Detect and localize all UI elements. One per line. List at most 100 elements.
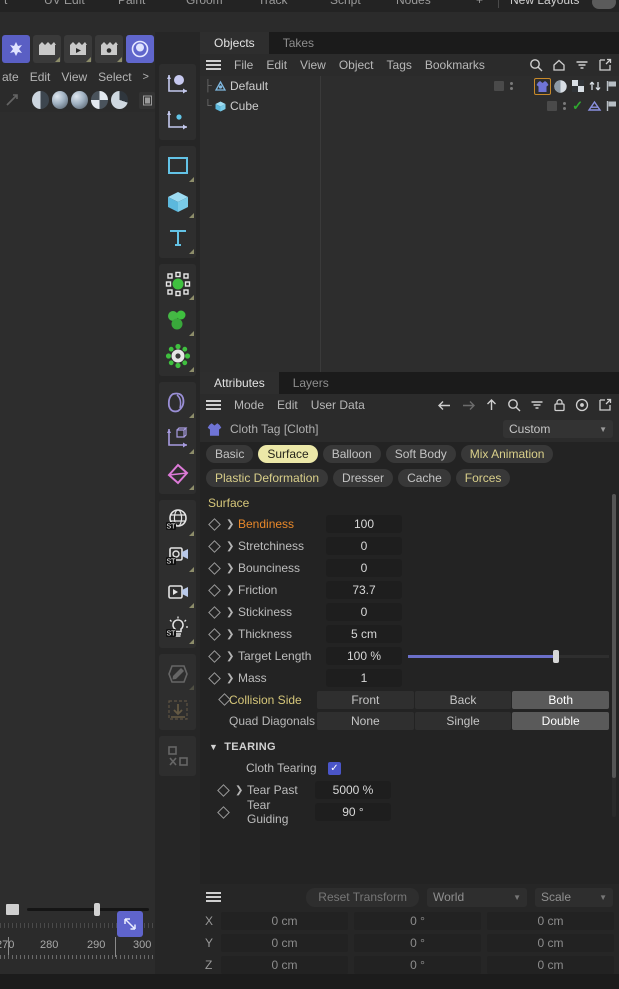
mode-dropdown[interactable]: Scale ▼ — [535, 887, 613, 907]
tab-plastic-deformation[interactable]: Plastic Deformation — [206, 469, 329, 487]
param-value-field[interactable]: 1 — [326, 669, 402, 687]
chevron-right-icon[interactable]: ❯ — [226, 651, 238, 662]
chevron-right-icon[interactable]: ❯ — [226, 563, 238, 574]
text-spline-icon[interactable] — [159, 220, 196, 256]
objects-tree[interactable]: ├ Default └ Cube ✓ — [200, 76, 619, 372]
popout-icon[interactable] — [598, 58, 612, 72]
param-row-quad-diagonals[interactable]: Quad Diagonals None Single Double — [200, 710, 619, 731]
param-value-field[interactable]: 90 ° — [315, 803, 391, 821]
popout-icon[interactable] — [598, 398, 612, 412]
visibility-checkbox[interactable] — [547, 101, 558, 111]
tearing-fold-header[interactable]: ▼ TEARING — [200, 737, 619, 757]
rotation-z-field[interactable]: 0 ° — [354, 956, 481, 974]
deformer-bend-icon[interactable] — [159, 384, 196, 420]
layout-chip[interactable] — [592, 0, 616, 9]
tab-mix-animation[interactable]: Mix Animation — [460, 445, 554, 463]
cloth-belt-tag-icon[interactable] — [587, 99, 602, 114]
up-arrow-icon[interactable] — [485, 398, 498, 412]
tab-balloon[interactable]: Balloon — [322, 445, 381, 463]
object-name-default[interactable]: Default — [230, 79, 268, 93]
keyframe-icon[interactable] — [217, 783, 230, 797]
chevron-right-icon[interactable]: ❯ — [226, 585, 238, 596]
keyframe-icon[interactable] — [208, 649, 221, 663]
scale-y-field[interactable]: 0 cm — [487, 934, 614, 952]
chevron-right-icon[interactable]: ❯ — [235, 785, 247, 796]
menu-item-track[interactable]: Track — [258, 0, 288, 7]
param-value-field[interactable]: 5000 % — [315, 781, 391, 799]
light-icon[interactable]: ST — [159, 610, 196, 646]
param-value-field[interactable]: 5 cm — [326, 625, 402, 643]
chevron-right-icon[interactable]: ❯ — [226, 629, 238, 640]
segment-both[interactable]: Both — [512, 690, 610, 709]
object-name-cube[interactable]: Cube — [230, 99, 259, 113]
flag-tag-icon[interactable] — [605, 79, 619, 93]
tab-forces[interactable]: Forces — [455, 469, 511, 487]
tab-takes[interactable]: Takes — [268, 32, 329, 54]
hamburger-icon[interactable] — [206, 400, 221, 410]
param-row-collision-side[interactable]: Collision Side Front Back Both — [200, 689, 619, 710]
null-object-icon[interactable] — [214, 80, 227, 93]
slider-knob[interactable] — [552, 649, 559, 663]
menu-item-paint[interactable]: Paint — [118, 0, 145, 7]
param-row-stickiness[interactable]: ❯ Stickiness 0 — [200, 601, 619, 623]
segment-back[interactable]: Back — [414, 690, 512, 709]
selection-tool-icon[interactable] — [159, 738, 196, 774]
shader-sphere-icon[interactable] — [51, 91, 69, 109]
environment-sky-icon[interactable]: ST — [159, 502, 196, 538]
render-preview-icon[interactable] — [126, 35, 154, 63]
scrollbar-thumb[interactable] — [612, 494, 616, 779]
segment-front[interactable]: Front — [317, 690, 414, 709]
param-value-field[interactable]: 0 — [326, 603, 402, 621]
shader-sphere2-icon[interactable] — [71, 91, 89, 109]
objects-menu-edit[interactable]: Edit — [266, 58, 287, 72]
keyframe-tool-icon[interactable] — [117, 911, 143, 937]
search-icon[interactable] — [529, 58, 543, 72]
cube-primitive-icon[interactable] — [159, 184, 196, 220]
visibility-dots[interactable] — [510, 82, 513, 90]
keyframe-icon[interactable] — [208, 539, 221, 553]
objects-menu-file[interactable]: File — [234, 58, 253, 72]
scale-z-field[interactable]: 0 cm — [487, 956, 614, 974]
menu-item-t[interactable]: t — [4, 0, 7, 7]
param-row-tear-guiding[interactable]: Tear Guiding 90 ° — [200, 798, 619, 826]
cloth-tag-icon[interactable] — [534, 77, 551, 95]
param-value-field[interactable]: 0 — [326, 559, 402, 577]
param-value-field[interactable]: 100 % — [326, 647, 402, 665]
param-row-mass[interactable]: ❯ Mass 1 — [200, 667, 619, 689]
record-icon[interactable] — [575, 398, 589, 412]
menu-item-nodes[interactable]: Nodes — [396, 0, 431, 7]
tab-cache[interactable]: Cache — [398, 469, 451, 487]
keyframe-icon[interactable] — [208, 627, 221, 641]
viewport-menu-edit[interactable]: Edit — [30, 70, 51, 84]
segment-none[interactable]: None — [317, 711, 414, 730]
clapper-record-icon[interactable] — [33, 35, 61, 63]
axis-object-icon[interactable] — [159, 66, 196, 102]
reset-transform-button[interactable]: Reset Transform — [306, 887, 419, 907]
import-down-icon[interactable] — [159, 692, 196, 728]
param-row-cloth-tearing[interactable]: Cloth Tearing ✓ — [200, 757, 619, 779]
layout-label[interactable]: New Layouts — [510, 0, 579, 7]
scrollbar[interactable] — [612, 494, 616, 817]
search-icon[interactable] — [507, 398, 521, 412]
attributes-menu-mode[interactable]: Mode — [234, 398, 264, 412]
position-y-field[interactable]: 0 cm — [221, 934, 348, 952]
texture-tag-icon[interactable] — [571, 79, 585, 93]
visibility-dots[interactable] — [563, 102, 567, 110]
param-row-target-length[interactable]: ❯ Target Length 100 % — [200, 645, 619, 667]
timeline[interactable]: 270 280 290 300 — [0, 911, 155, 978]
segment-double[interactable]: Double — [512, 711, 610, 730]
scale-x-field[interactable]: 0 cm — [487, 912, 614, 930]
viewport-menu-select[interactable]: Select — [98, 70, 131, 84]
viewport-display-icon[interactable] — [6, 903, 19, 915]
viewport-slider-knob[interactable] — [94, 902, 101, 916]
tab-basic[interactable]: Basic — [206, 445, 254, 463]
enabled-check-icon[interactable]: ✓ — [572, 98, 583, 114]
table-row[interactable]: ├ Default — [200, 76, 619, 96]
param-value-field[interactable]: 73.7 — [326, 581, 402, 599]
rotation-x-field[interactable]: 0 ° — [354, 912, 481, 930]
tab-objects[interactable]: Objects — [200, 32, 269, 54]
keyframe-icon[interactable] — [208, 583, 221, 597]
segment-single[interactable]: Single — [414, 711, 512, 730]
viewport-menu-more[interactable]: > — [143, 71, 149, 83]
keyframe-icon[interactable] — [208, 671, 221, 685]
